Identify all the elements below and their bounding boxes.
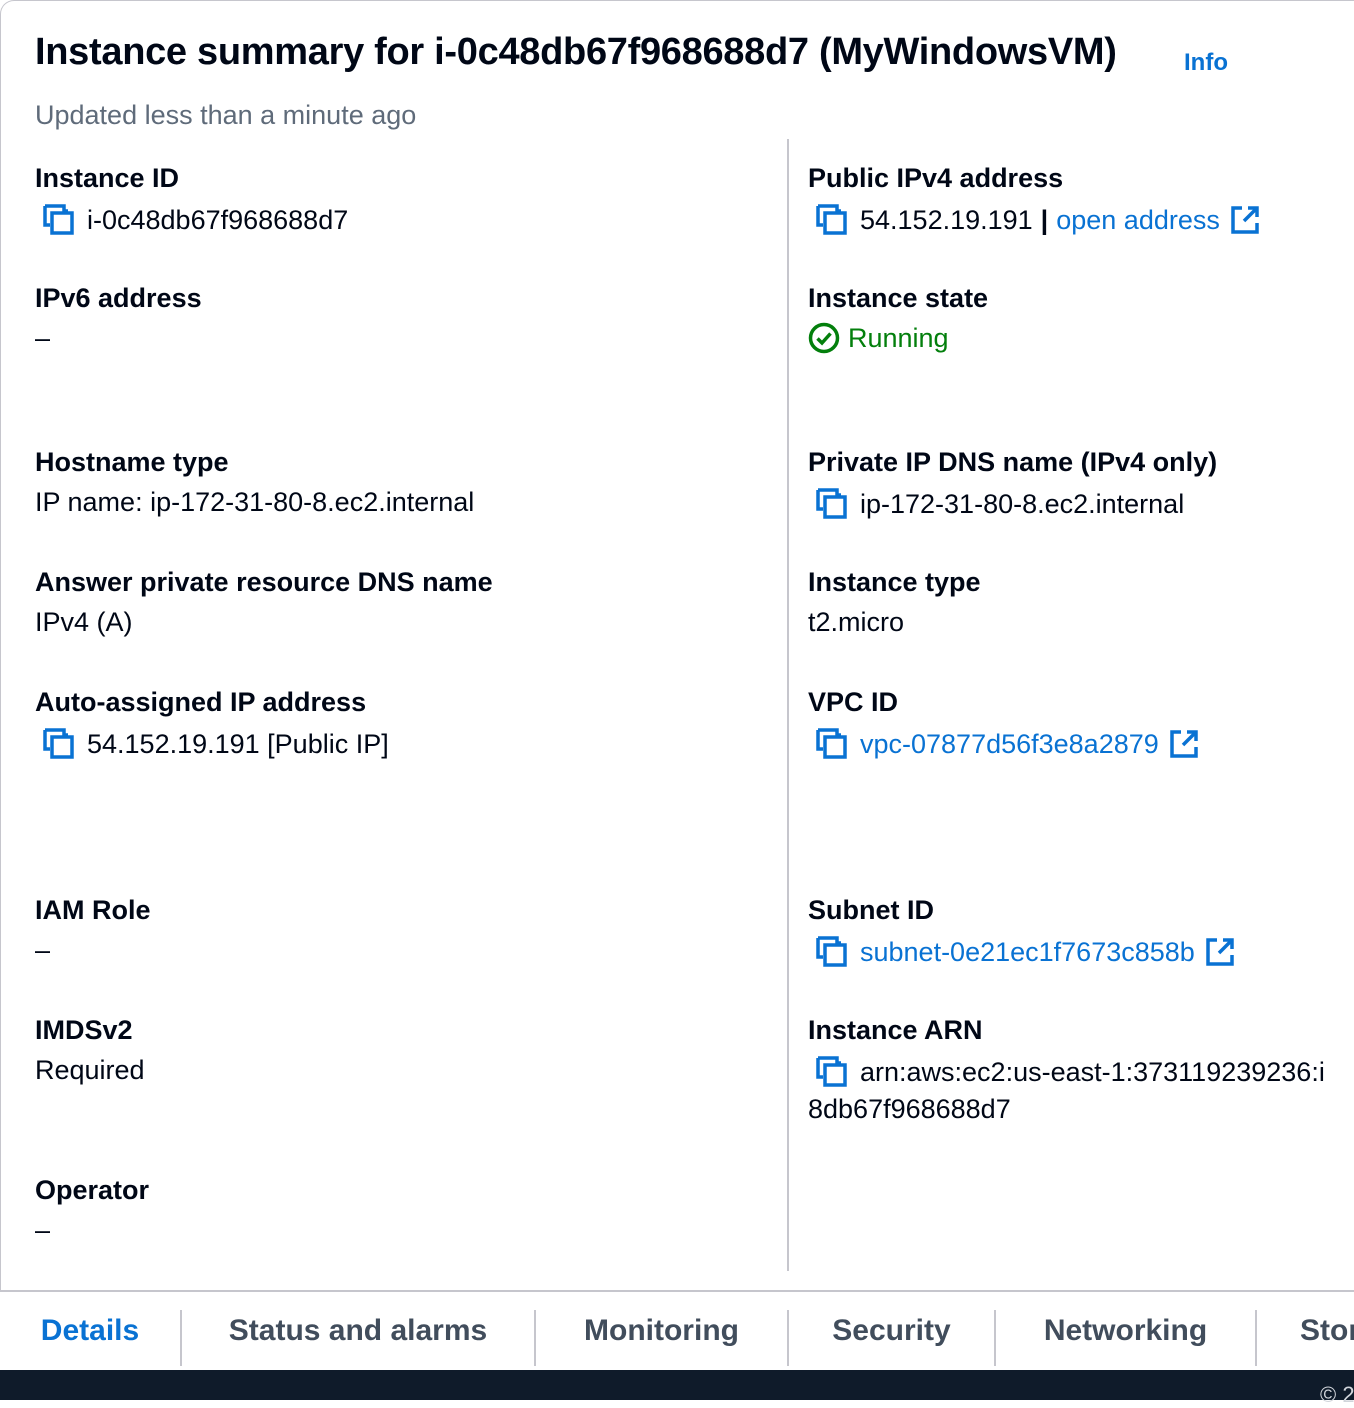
field-label: Answer private resource DNS name <box>35 567 493 597</box>
field-instance-arn: Instance ARN arn:aws:ec2:us-east-1:37311… <box>808 1015 1354 1125</box>
answer-dns-value: IPv4 (A) <box>35 607 133 637</box>
field-instance-id: Instance ID i-0c48db67f968688d7 <box>35 163 348 238</box>
imdsv2-value: Required <box>35 1055 145 1085</box>
field-instance-type: Instance type t2.micro <box>808 567 981 638</box>
field-hostname-type: Hostname type IP name: ip-172-31-80-8.ec… <box>35 447 474 518</box>
field-label: IAM Role <box>35 895 151 925</box>
instance-id-value: i-0c48db67f968688d7 <box>87 205 349 235</box>
private-dns-value: ip-172-31-80-8.ec2.internal <box>860 489 1185 519</box>
field-label: Subnet ID <box>808 895 934 925</box>
external-link-icon[interactable] <box>1205 937 1235 967</box>
field-subnet-id: Subnet ID subnet-0e21ec1f7673c858b <box>808 895 1235 970</box>
copy-icon[interactable] <box>814 934 850 970</box>
tab-bar: Details Status and alarms Monitoring Sec… <box>0 1290 1354 1370</box>
external-link-icon[interactable] <box>1169 729 1199 759</box>
instance-arn-value-continued: 8db67f968688d7 <box>808 1094 1011 1124</box>
field-imdsv2: IMDSv2 Required <box>35 1015 145 1086</box>
iam-role-value: – <box>35 935 51 965</box>
field-label: IMDSv2 <box>35 1015 133 1045</box>
field-label: Hostname type <box>35 447 229 477</box>
vpc-id-link[interactable]: vpc-07877d56f3e8a2879 <box>860 728 1159 760</box>
subnet-id-link[interactable]: subnet-0e21ec1f7673c858b <box>860 936 1195 968</box>
field-label: VPC ID <box>808 687 899 717</box>
instance-summary-panel: Instance summary for i-0c48db67f968688d7… <box>0 0 1354 1290</box>
copy-icon[interactable] <box>814 202 850 238</box>
updated-text: Updated less than a minute ago <box>35 100 417 130</box>
operator-value: – <box>35 1215 51 1245</box>
field-vpc-id: VPC ID vpc-07877d56f3e8a2879 <box>808 687 1199 762</box>
field-operator: Operator – <box>35 1175 149 1246</box>
field-auto-ip: Auto-assigned IP address 54.152.19.191 [… <box>35 687 389 762</box>
auto-ip-value: 54.152.19.191 [Public IP] <box>87 729 389 759</box>
open-address-link[interactable]: open address <box>1056 204 1220 236</box>
field-label: Operator <box>35 1175 150 1205</box>
instance-type-value: t2.micro <box>808 607 905 637</box>
field-label: Private IP DNS name (IPv4 only) <box>808 447 1218 477</box>
field-label: Instance type <box>808 567 981 597</box>
instance-state-value: Running <box>848 323 949 353</box>
field-private-dns: Private IP DNS name (IPv4 only) ip-172-3… <box>808 447 1217 522</box>
field-answer-dns: Answer private resource DNS name IPv4 (A… <box>35 567 493 638</box>
field-public-ipv4: Public IPv4 address 54.152.19.191 | open… <box>808 163 1260 238</box>
copy-icon[interactable] <box>41 202 77 238</box>
field-label: Instance state <box>808 283 989 313</box>
info-link[interactable]: Info <box>1184 49 1228 77</box>
ipv6-value: – <box>35 323 51 353</box>
field-instance-state: Instance state Running <box>808 283 988 354</box>
hostname-type-value: IP name: ip-172-31-80-8.ec2.internal <box>35 487 475 517</box>
column-divider <box>787 139 789 1271</box>
footer-bar: © 2 <box>0 1370 1354 1407</box>
copy-icon[interactable] <box>814 726 850 762</box>
public-ipv4-value: 54.152.19.191 <box>860 205 1033 235</box>
tab-monitoring[interactable]: Monitoring <box>536 1292 787 1370</box>
footer-copyright: © 2 <box>1320 1382 1354 1407</box>
status-success-icon <box>808 322 840 354</box>
value-separator: | <box>1040 205 1049 235</box>
external-link-icon[interactable] <box>1230 205 1260 235</box>
field-ipv6: IPv6 address – <box>35 283 202 354</box>
field-label: IPv6 address <box>35 283 202 313</box>
field-label: Public IPv4 address <box>808 163 1064 193</box>
tab-security[interactable]: Security <box>789 1292 994 1370</box>
copy-icon[interactable] <box>814 486 850 522</box>
page-title: Instance summary for i-0c48db67f968688d7… <box>35 31 1117 73</box>
field-label: Auto-assigned IP address <box>35 687 367 717</box>
field-label: Instance ID <box>35 163 180 193</box>
field-iam-role: IAM Role – <box>35 895 151 966</box>
tab-status-and-alarms[interactable]: Status and alarms <box>182 1292 534 1370</box>
field-label: Instance ARN <box>808 1015 983 1045</box>
tab-details[interactable]: Details <box>0 1292 180 1370</box>
tab-networking[interactable]: Networking <box>996 1292 1255 1370</box>
tab-storage[interactable]: Stor <box>1257 1292 1354 1370</box>
copy-icon[interactable] <box>41 726 77 762</box>
copy-icon[interactable] <box>814 1054 850 1090</box>
instance-arn-value: arn:aws:ec2:us-east-1:373119239236:i <box>860 1057 1325 1087</box>
